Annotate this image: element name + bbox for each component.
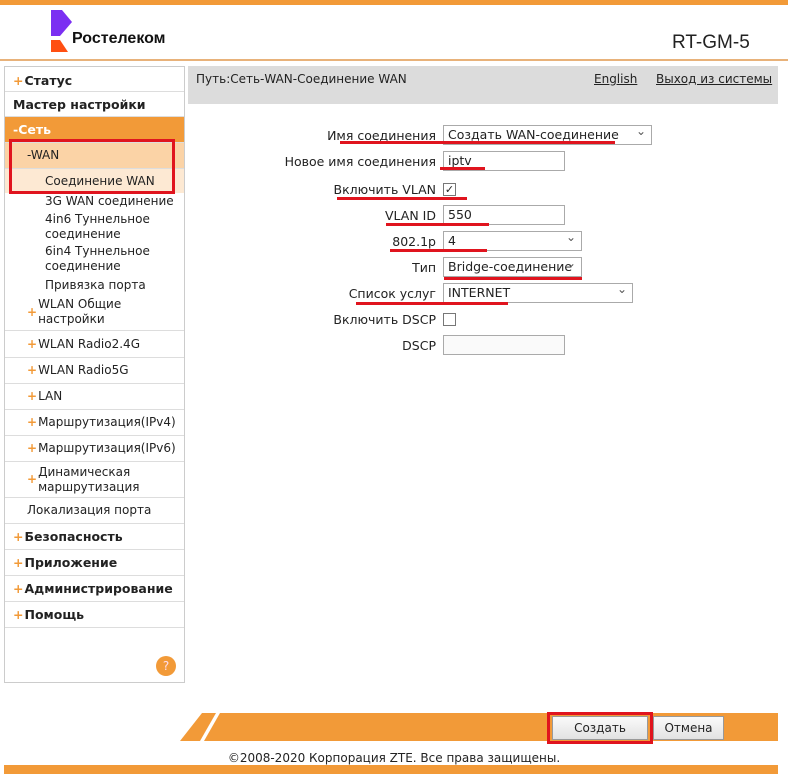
new-name-label: Новое имя соединения	[284, 154, 436, 169]
annotation-box	[547, 712, 653, 744]
sidebar-item[interactable]: 6in4 Туннельное соединение	[5, 243, 184, 275]
device-model: RT-GM-5	[672, 32, 750, 53]
sidebar-item[interactable]: Привязка порта	[5, 275, 184, 296]
sidebar-item-label: Безопасность	[24, 529, 123, 544]
dscp-label: DSCP	[402, 338, 436, 353]
sidebar-item-label: Приложение	[24, 555, 118, 570]
sidebar-item-label: 3G WAN соединение	[45, 194, 174, 208]
sidebar-item-label: Мастер настройки	[13, 96, 146, 112]
sidebar-item-label: Динамическая маршрутизация	[38, 464, 140, 494]
type-value: Bridge-соединение	[448, 259, 573, 274]
annotation-box	[9, 139, 175, 194]
plus-icon: +	[27, 389, 38, 403]
sidebar-item-label: Привязка порта	[45, 278, 146, 292]
sidebar-item[interactable]: + Помощь	[5, 602, 184, 628]
plus-icon: +	[27, 441, 38, 455]
plus-icon: +	[27, 472, 38, 486]
sidebar-item[interactable]: + WLAN Radio2.4G	[5, 332, 184, 358]
language-link[interactable]: English	[594, 72, 637, 86]
p8021-value: 4	[448, 233, 456, 248]
sidebar-item-label: LAN	[38, 389, 63, 403]
rostelecom-logo-icon	[51, 10, 72, 52]
annotation-underline	[337, 197, 467, 200]
type-label: Тип	[412, 260, 436, 275]
services-select[interactable]: INTERNET	[443, 281, 633, 303]
sidebar-item-label: WLAN Общие настройки	[38, 297, 122, 326]
sidebar-item-label: 6in4 Туннельное соединение	[45, 244, 150, 273]
sidebar-item[interactable]: + Безопасность	[5, 524, 184, 550]
sidebar-item[interactable]: + Приложение	[5, 550, 184, 576]
annotation-underline	[356, 302, 508, 305]
p8021-label: 802.1p	[392, 234, 436, 249]
bottom-accent-bar	[4, 765, 778, 774]
sidebar-item-label: -Сеть	[13, 122, 51, 137]
sidebar-item[interactable]: Локализация порта	[5, 498, 184, 524]
cancel-button[interactable]: Отмена	[653, 716, 724, 740]
vlan-enable-label: Включить VLAN	[333, 182, 436, 197]
vlan-id-input[interactable]: 550	[443, 205, 565, 225]
logout-link[interactable]: Выход из системы	[656, 72, 772, 86]
dscp-input[interactable]	[443, 335, 565, 355]
annotation-underline	[386, 223, 489, 226]
sidebar-item[interactable]: + Маршрутизация(IPv6)	[5, 436, 184, 462]
sidebar-item[interactable]: 4in6 Туннельное соединение	[5, 210, 184, 243]
sidebar-item-label: WLAN Radio2.4G	[38, 337, 140, 351]
plus-icon: +	[13, 581, 24, 596]
annotation-underline	[444, 277, 582, 280]
brand-logo: Ростелеком	[72, 30, 166, 47]
breadcrumb: Путь:Сеть-WAN-Соединение WAN	[196, 72, 407, 86]
sidebar-item[interactable]: + Динамическая маршрутизация	[5, 462, 184, 498]
dscp-enable-checkbox[interactable]	[443, 313, 456, 326]
plus-icon: +	[13, 73, 24, 88]
plus-icon: +	[13, 555, 24, 570]
sidebar-item[interactable]: + Статус	[5, 70, 184, 92]
sidebar-item-label: Помощь	[24, 607, 85, 622]
annotation-underline	[440, 167, 485, 170]
top-accent-bar	[0, 0, 788, 5]
vlan-id-label: VLAN ID	[385, 208, 436, 223]
plus-icon: +	[27, 337, 38, 351]
plus-icon: +	[27, 363, 38, 377]
dscp-enable-label: Включить DSCP	[333, 312, 436, 327]
plus-icon: +	[13, 607, 24, 622]
sidebar-item-label: Маршрутизация(IPv4)	[38, 415, 176, 429]
sidebar-item[interactable]: + Администрирование	[5, 576, 184, 602]
sidebar-item-label: Администрирование	[24, 581, 173, 596]
services-value: INTERNET	[448, 285, 511, 300]
sidebar-item[interactable]: 3G WAN соединение	[5, 193, 184, 210]
slash-decoration-icon	[180, 713, 220, 741]
type-select[interactable]: Bridge-соединение	[443, 255, 582, 277]
help-icon[interactable]: ?	[156, 656, 176, 676]
copyright: ©2008-2020 Корпорация ZTE. Все права защ…	[227, 751, 561, 765]
sidebar-item-label: Локализация порта	[27, 503, 152, 517]
sidebar-item[interactable]: + Маршрутизация(IPv4)	[5, 410, 184, 436]
plus-icon: +	[13, 529, 24, 544]
sidebar-item-label: 4in6 Туннельное соединение	[45, 211, 150, 241]
conn-name-value: Создать WAN-соединение	[448, 127, 619, 142]
plus-icon: +	[27, 304, 38, 319]
annotation-underline	[390, 249, 487, 252]
sidebar-item-label: Маршрутизация(IPv6)	[38, 441, 176, 455]
plus-icon: +	[27, 415, 38, 429]
header-divider	[0, 59, 788, 61]
annotation-underline	[340, 141, 615, 144]
sidebar-item-label: Статус	[24, 73, 73, 88]
sidebar-item[interactable]: + LAN	[5, 384, 184, 410]
vlan-enable-checkbox[interactable]: ✓	[443, 183, 456, 196]
sidebar-item[interactable]: + WLAN Radio5G	[5, 358, 184, 384]
services-label: Список услуг	[348, 286, 436, 301]
sidebar-item-label: WLAN Radio5G	[38, 363, 129, 377]
sidebar-item[interactable]: + WLAN Общие настройки	[5, 294, 184, 331]
p8021-select[interactable]: 4	[443, 229, 582, 251]
sidebar-item[interactable]: Мастер настройки	[5, 92, 184, 117]
